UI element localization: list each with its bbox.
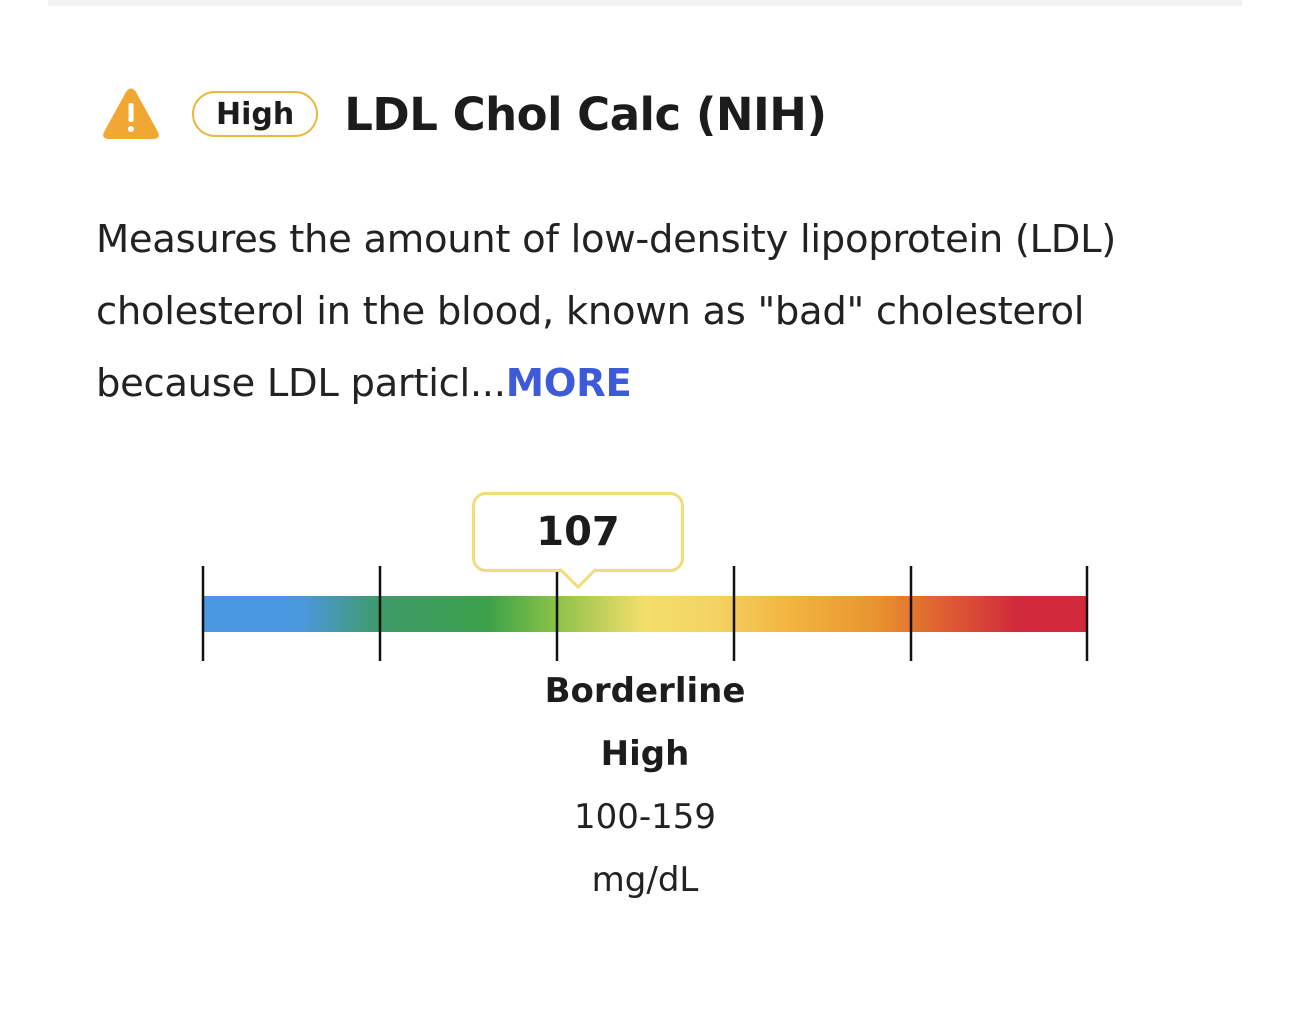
status-badge: High [192, 91, 319, 137]
value-callout: 107 [472, 492, 684, 572]
range-label: Borderline High 100-159 mg/dL [540, 660, 750, 912]
test-description: Measures the amount of low-density lipop… [96, 204, 1196, 420]
result-header: High LDL Chol Calc (NIH) [102, 82, 827, 146]
warning-triangle-icon [103, 88, 159, 139]
range-name-line2: High [600, 734, 690, 774]
top-divider [48, 0, 1242, 6]
range-name-line1: Borderline [544, 671, 746, 711]
callout-pointer-icon [560, 568, 596, 590]
range-values: 100-159 [573, 797, 717, 837]
test-title: LDL Chol Calc (NIH) [344, 87, 827, 141]
range-unit: mg/dL [591, 860, 699, 900]
result-value: 107 [536, 509, 620, 555]
gauge-bar [202, 596, 1088, 632]
more-link[interactable]: MORE [506, 361, 632, 406]
